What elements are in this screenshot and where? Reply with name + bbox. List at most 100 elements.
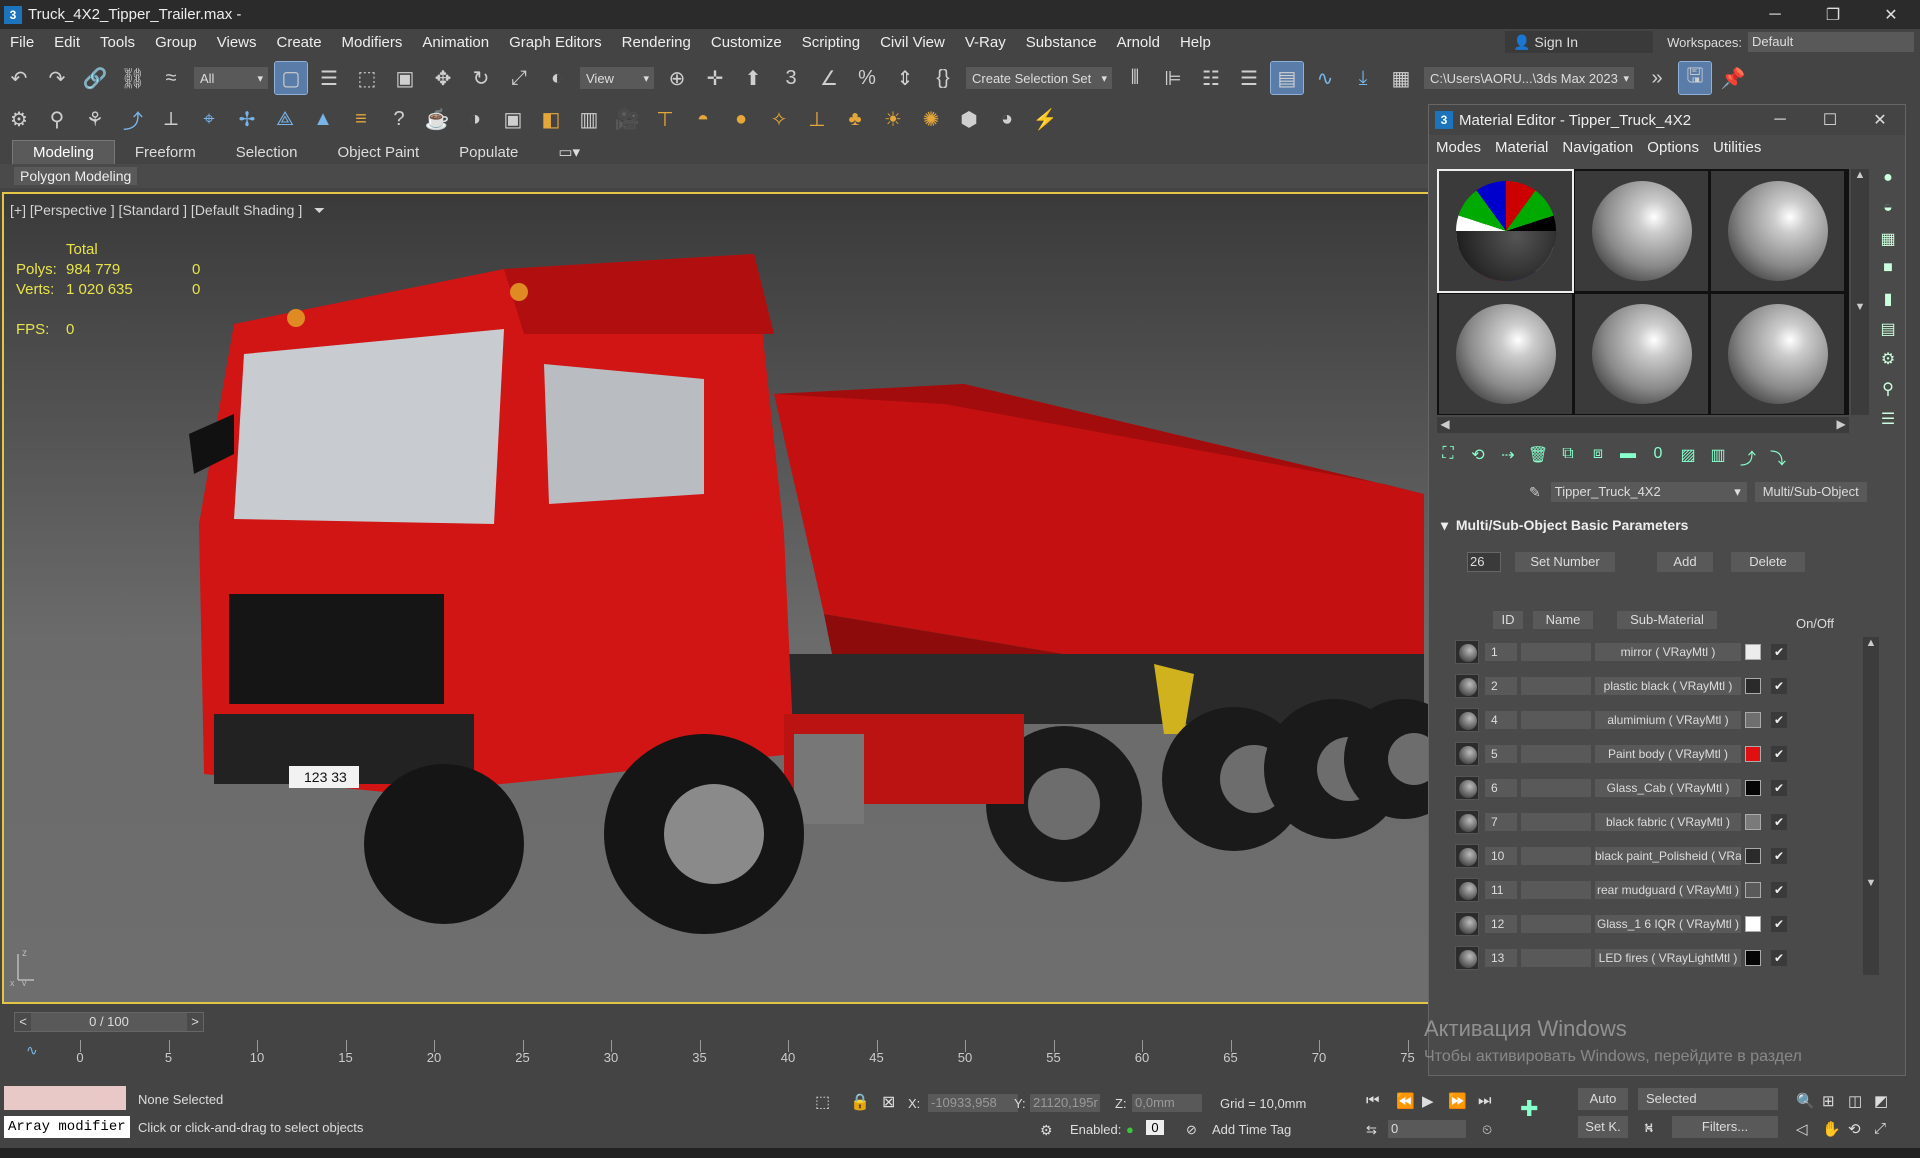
sub-material-button[interactable]: Glass_1 6 IQR ( VRayMtl ) [1595,915,1741,933]
sub-material-button[interactable]: Paint body ( VRayMtl ) [1595,745,1741,763]
sub-material-count[interactable]: 26 [1467,552,1501,572]
slots-vertical-scrollbar[interactable]: ▲ ▼ [1851,169,1869,415]
key-filter-icon[interactable]: ✚ [1520,1096,1538,1122]
help-icon[interactable]: ? [383,103,415,135]
sample-slot[interactable] [1711,171,1844,291]
schematic-view-icon[interactable]: ⤓ [1347,62,1379,94]
scene-explorer-icon[interactable]: ☷ [1195,62,1227,94]
sub-material-button[interactable]: Glass_Cab ( VRayMtl ) [1595,779,1741,797]
sub-material-header-label[interactable]: Sub-Material [1617,611,1717,629]
placement-icon[interactable]: ◐ [541,62,573,94]
material-name-field[interactable] [1521,779,1591,797]
me-maximize-button[interactable]: ☐ [1805,105,1855,135]
on-off-checkbox[interactable]: ✔ [1771,644,1787,660]
color-swatch[interactable] [1745,916,1761,932]
sphere-light-icon[interactable]: ● [725,103,757,135]
sub-material-button[interactable]: rear mudguard ( VRayMtl ) [1595,881,1741,899]
menu-create[interactable]: Create [267,34,332,51]
color-swatch[interactable] [1745,746,1761,762]
sample-slot[interactable] [1439,294,1572,414]
edit-named-selection-icon[interactable]: {} [927,62,959,94]
menu-substance[interactable]: Substance [1016,34,1107,51]
material-type-button[interactable]: Multi/Sub-Object [1754,482,1867,502]
time-config-icon[interactable]: ⏲ [1482,1122,1492,1138]
x-coordinate-field[interactable]: -10933,958 [928,1094,1018,1112]
sample-type-icon[interactable]: ● [1873,169,1903,195]
material-ball-icon[interactable] [1455,810,1479,834]
material-id-field[interactable]: 6 [1485,779,1517,797]
material-name-dropdown[interactable]: Tipper_Truck_4X2 [1550,482,1747,502]
on-off-checkbox[interactable]: ✔ [1771,746,1787,762]
on-off-checkbox[interactable]: ✔ [1771,780,1787,796]
zoom-extents-all-icon[interactable]: ◩ [1874,1092,1888,1110]
menu-modifiers[interactable]: Modifiers [332,34,413,51]
material-id-field[interactable]: 11 [1485,881,1517,899]
material-ball-icon[interactable] [1455,776,1479,800]
ambient-light-icon[interactable]: ♣ [839,103,871,135]
set-number-button[interactable]: Set Number [1515,552,1615,572]
material-editor-titlebar[interactable]: 3 Material Editor - Tipper_Truck_4X2 ─ ☐… [1429,105,1905,135]
me-menu-utilities[interactable]: Utilities [1706,139,1768,156]
maximize-viewport-icon[interactable]: ⤢ [1874,1120,1886,1137]
menu-vray[interactable]: V-Ray [955,34,1016,51]
material-ball-icon[interactable] [1455,708,1479,732]
create-selection-set-dropdown[interactable]: Create Selection Set [966,67,1112,89]
sun-icon[interactable]: ☀ [877,103,909,135]
slots-horizontal-scrollbar[interactable]: ◀ ▶ [1437,417,1849,433]
material-name-field[interactable] [1521,915,1591,933]
tab-selection[interactable]: Selection [216,141,318,164]
zoom-extents-icon[interactable]: ◫ [1848,1092,1862,1110]
tab-modeling[interactable]: Modeling [12,140,115,164]
maxscript-listener[interactable] [4,1086,126,1110]
select-by-name-icon[interactable]: ☰ [313,62,345,94]
workspace-dropdown[interactable]: Default [1748,32,1914,52]
menu-help[interactable]: Help [1170,34,1221,51]
list-icon[interactable]: ≡ [345,103,377,135]
snaps-toggle-icon[interactable]: 3 [775,62,807,94]
color-swatch[interactable] [1745,780,1761,796]
material-ball-icon[interactable] [1455,674,1479,698]
link-icon[interactable]: 🔗 [79,62,111,94]
sky-icon[interactable]: ✺ [915,103,947,135]
material-ball-icon[interactable] [1455,742,1479,766]
put-to-library-icon[interactable]: ▬ [1617,445,1639,469]
current-frame-field[interactable]: 0 [1388,1120,1466,1138]
select-by-material-icon[interactable]: ⚲ [1873,379,1903,405]
select-object-icon[interactable]: ▢ [274,61,308,95]
menu-group[interactable]: Group [145,34,207,51]
play-icon[interactable]: ▶ [1422,1092,1434,1110]
me-menu-modes[interactable]: Modes [1429,139,1488,156]
color-swatch[interactable] [1745,848,1761,864]
fur-icon[interactable]: ⚡ [1029,103,1061,135]
menu-tools[interactable]: Tools [90,34,145,51]
container-icon[interactable]: ▲ [307,103,339,135]
unlink-icon[interactable]: ⛓ [117,62,149,94]
zoom-icon[interactable]: 🔍 [1796,1092,1815,1110]
align-icon[interactable]: ⊫ [1157,62,1189,94]
sub-material-button[interactable]: black fabric ( VRayMtl ) [1595,813,1741,831]
add-button[interactable]: Add [1657,552,1713,572]
material-name-field[interactable] [1521,847,1591,865]
me-menu-navigation[interactable]: Navigation [1555,139,1640,156]
material-id-field[interactable]: 5 [1485,745,1517,763]
track-bar[interactable]: ∿ 0 5 10 15 20 25 30 35 40 45 50 55 60 65 70 75 [0,1038,1430,1068]
field-of-view-icon[interactable]: ◁ [1796,1120,1808,1138]
selection-filter-dropdown[interactable]: All [194,67,268,89]
angle-snap-icon[interactable]: ∠ [813,62,845,94]
teapot-icon[interactable]: ☕ [421,103,453,135]
menu-scripting[interactable]: Scripting [792,34,870,51]
mirror-icon[interactable]: ⫴ [1119,62,1151,94]
delete-button[interactable]: Delete [1731,552,1805,572]
material-name-field[interactable] [1521,711,1591,729]
material-id-channel-icon[interactable]: 0 [1647,445,1669,469]
minimize-button[interactable]: ─ [1746,0,1804,29]
reset-map-icon[interactable]: 🗑 [1527,445,1549,469]
material-id-field[interactable]: 12 [1485,915,1517,933]
mesh-light-icon[interactable]: ✧ [763,103,795,135]
expand-toolbar-icon[interactable]: » [1641,62,1673,94]
key-mode-toggle-icon[interactable]: ⛕ [1644,1120,1654,1138]
menu-views[interactable]: Views [207,34,267,51]
pick-material-icon[interactable]: ✎ [1529,484,1541,501]
material-name-field[interactable] [1521,881,1591,899]
show-end-result-icon[interactable]: ▥ [1707,445,1729,469]
